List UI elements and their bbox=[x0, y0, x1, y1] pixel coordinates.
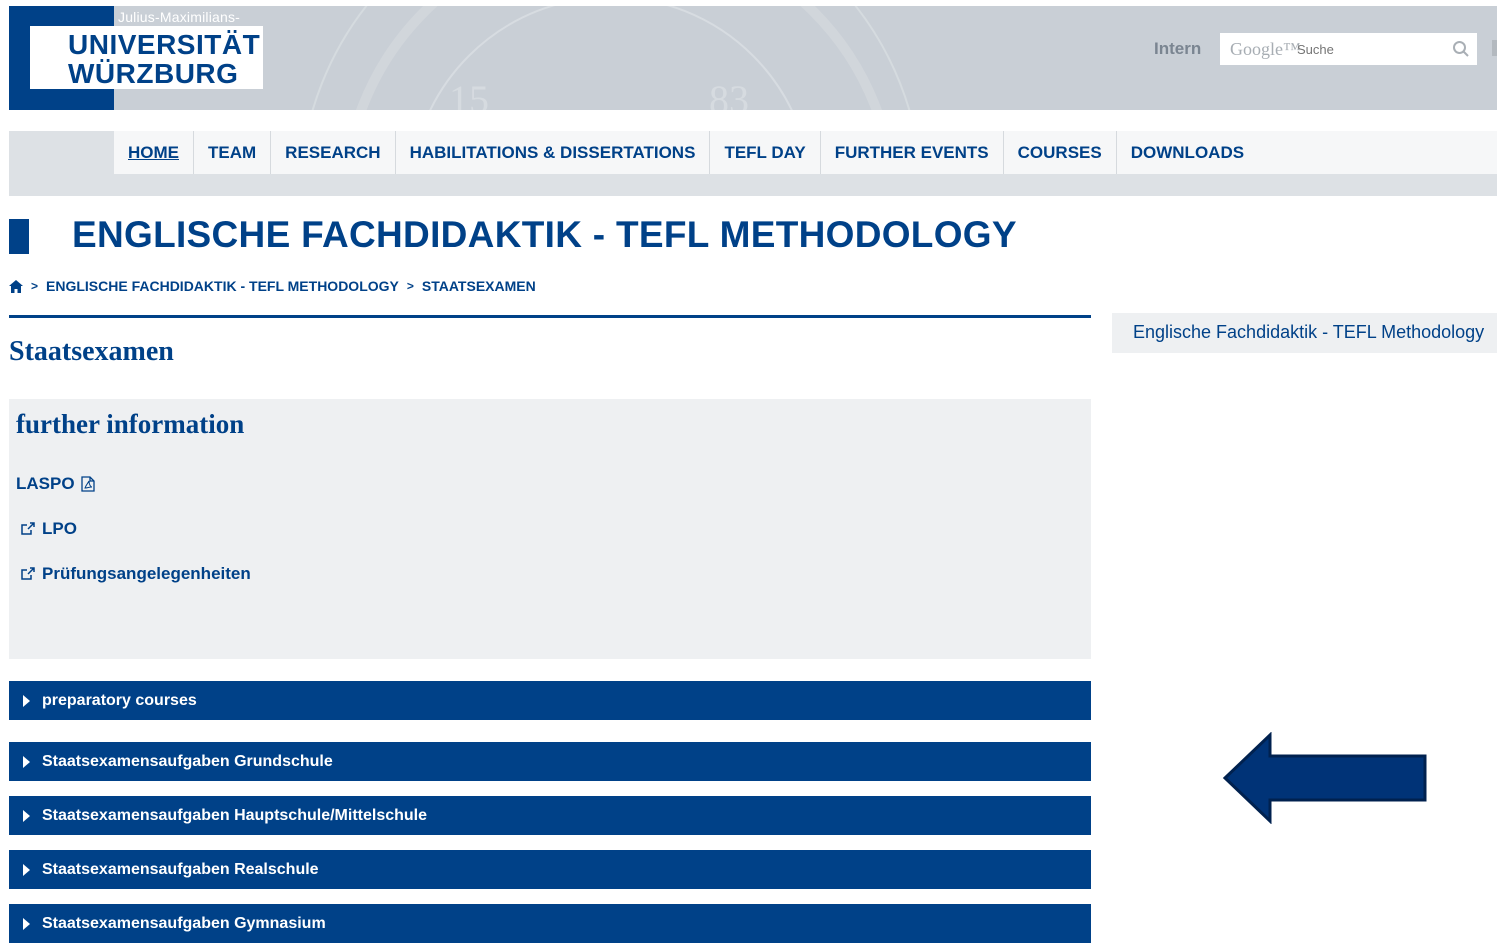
caret-right-icon bbox=[23, 694, 30, 707]
caret-right-icon bbox=[23, 809, 30, 822]
search-input[interactable] bbox=[1297, 42, 1447, 57]
pruefungsangelegenheiten-link[interactable]: Prüfungsangelegenheiten bbox=[20, 564, 251, 584]
home-icon[interactable] bbox=[9, 279, 23, 293]
lpo-link-label: LPO bbox=[42, 519, 77, 538]
nav-item-downloads[interactable]: DOWNLOADS bbox=[1117, 131, 1258, 174]
breadcrumb: > ENGLISCHE FACHDIDAKTIK - TEFL METHODOL… bbox=[9, 278, 536, 294]
nav-item-tefl-day[interactable]: TEFL DAY bbox=[710, 131, 821, 174]
seal-year-right: 83 bbox=[709, 77, 749, 110]
caret-right-icon bbox=[23, 755, 30, 768]
caret-right-icon bbox=[23, 917, 30, 930]
nav-item-research[interactable]: RESEARCH bbox=[271, 131, 396, 174]
search-brand-logo: Google™ bbox=[1230, 39, 1301, 59]
accordion-label: Staatsexamensaufgaben Gymnasium bbox=[42, 914, 326, 932]
nav-item-courses[interactable]: COURSES bbox=[1004, 131, 1117, 174]
nav-item-habilitations[interactable]: HABILITATIONS & DISSERTATIONS bbox=[396, 131, 711, 174]
accordion-realschule[interactable]: Staatsexamensaufgaben Realschule bbox=[9, 850, 1091, 889]
header-edge-mark bbox=[1492, 40, 1497, 56]
sidebar-nav: Englische Fachdidaktik - TEFL Methodolog… bbox=[1112, 313, 1497, 353]
breadcrumb-separator: > bbox=[31, 279, 39, 293]
pruefungsangelegenheiten-link-label: Prüfungsangelegenheiten bbox=[42, 564, 251, 583]
logo-line-wuerzburg: WÜRZBURG bbox=[68, 58, 239, 89]
nav-item-further-events[interactable]: FURTHER EVENTS bbox=[821, 131, 1004, 174]
external-link-icon bbox=[21, 522, 35, 535]
annotation-arrow-left-icon bbox=[1222, 732, 1427, 824]
nav-item-home[interactable]: HOME bbox=[114, 131, 194, 174]
laspo-link[interactable]: LASPO bbox=[16, 474, 95, 494]
pdf-icon bbox=[80, 476, 95, 492]
accordion-preparatory-courses[interactable]: preparatory courses bbox=[9, 681, 1091, 720]
laspo-link-label: LASPO bbox=[16, 474, 75, 493]
accordion-gymnasium[interactable]: Staatsexamensaufgaben Gymnasium bbox=[9, 904, 1091, 943]
further-information-title: further information bbox=[16, 409, 245, 439]
accordion-grundschule[interactable]: Staatsexamensaufgaben Grundschule bbox=[9, 742, 1091, 781]
accordion-label: Staatsexamensaufgaben Realschule bbox=[42, 860, 319, 878]
title-accent-bar bbox=[9, 219, 29, 254]
accordion-label: preparatory courses bbox=[42, 691, 197, 709]
nav-item-team[interactable]: TEAM bbox=[194, 131, 272, 174]
breadcrumb-separator: > bbox=[406, 279, 414, 293]
further-information-panel: further information LASPO LPO Prüfungsan… bbox=[9, 399, 1091, 659]
breadcrumb-item-staatsexamen[interactable]: STAATSEXAMEN bbox=[422, 278, 536, 294]
logo-line-universitaet: UNIVERSITÄT bbox=[68, 29, 261, 60]
breadcrumb-item-fachdidaktik[interactable]: ENGLISCHE FACHDIDAKTIK - TEFL METHODOLOG… bbox=[46, 278, 399, 294]
main-navigation: HOME TEAM RESEARCH HABILITATIONS & DISSE… bbox=[114, 131, 1497, 174]
accordion-label: Staatsexamensaufgaben Hauptschule/Mittel… bbox=[42, 806, 427, 824]
external-link-icon bbox=[21, 567, 35, 580]
logo-subtitle: Julius-Maximilians- bbox=[118, 9, 241, 25]
section-heading: Staatsexamen bbox=[9, 336, 174, 367]
caret-right-icon bbox=[23, 863, 30, 876]
page-title: ENGLISCHE FACHDIDAKTIK - TEFL METHODOLOG… bbox=[72, 214, 1017, 255]
search-icon[interactable] bbox=[1452, 40, 1470, 58]
sidebar-link-fachdidaktik[interactable]: Englische Fachdidaktik - TEFL Methodolog… bbox=[1133, 322, 1484, 343]
lpo-link[interactable]: LPO bbox=[20, 519, 77, 539]
content-divider bbox=[9, 315, 1091, 318]
intern-link[interactable]: Intern bbox=[1154, 39, 1201, 59]
seal-year-left: 15 bbox=[449, 77, 489, 110]
accordion-label: Staatsexamensaufgaben Grundschule bbox=[42, 752, 333, 770]
search-box[interactable]: Google™ bbox=[1220, 33, 1477, 65]
accordion-hauptschule-mittelschule[interactable]: Staatsexamensaufgaben Hauptschule/Mittel… bbox=[9, 796, 1091, 835]
